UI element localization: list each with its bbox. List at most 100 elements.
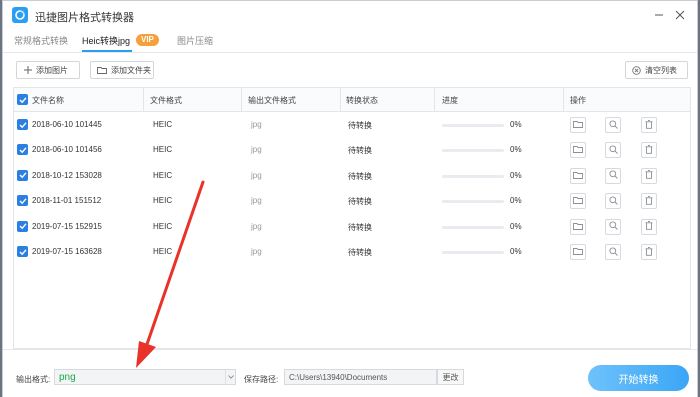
row-checkbox[interactable]: [17, 246, 28, 257]
delete-button[interactable]: [641, 218, 657, 235]
trash-icon: [645, 221, 653, 232]
preview-button[interactable]: [605, 167, 621, 184]
add-image-button[interactable]: 添加图片: [16, 61, 80, 79]
title-bar: 迅捷图片格式转换器: [3, 1, 697, 29]
select-all-checkbox[interactable]: [17, 94, 28, 105]
search-icon: [608, 246, 618, 258]
output-format: jpg: [251, 120, 262, 129]
plus-icon: [24, 66, 32, 74]
add-folder-button[interactable]: 添加文件夹: [90, 61, 154, 79]
trash-icon: [645, 246, 653, 258]
row-checkbox[interactable]: [17, 119, 28, 130]
progress-bar: [442, 225, 504, 229]
delete-button[interactable]: [641, 167, 657, 184]
column-divider: [563, 88, 564, 112]
clear-list-button[interactable]: 清空列表: [625, 61, 688, 79]
folder-icon: [573, 145, 583, 155]
active-tab-indicator: [82, 50, 132, 52]
folder-icon: [573, 196, 583, 206]
open-folder-button[interactable]: [570, 244, 586, 260]
row-checkbox[interactable]: [17, 220, 28, 232]
search-icon: [608, 170, 618, 181]
delete-button[interactable]: [641, 193, 657, 210]
folder-icon: [573, 120, 583, 130]
change-path-button[interactable]: 更改: [437, 369, 464, 385]
minimize-icon[interactable]: [651, 7, 667, 23]
preview-button[interactable]: [605, 142, 621, 159]
file-name: 2019-07-15 163628: [32, 247, 102, 256]
close-icon[interactable]: [672, 7, 688, 23]
file-name: 2018-06-10 101445: [32, 120, 102, 129]
convert-status: 待转换: [348, 222, 372, 232]
table-row: 2018-10-12 153028 HEIC jpg 待转换 0%: [14, 164, 690, 188]
open-folder-button[interactable]: [570, 117, 586, 133]
tab-regular-convert[interactable]: 常规格式转换: [14, 34, 68, 47]
progress-percent: 0%: [510, 247, 522, 256]
row-checkbox[interactable]: [17, 169, 28, 181]
file-format: HEIC: [153, 221, 173, 231]
trash-icon: [645, 195, 653, 207]
tab-image-compress[interactable]: 图片压缩: [177, 34, 213, 47]
progress-bar: [442, 124, 504, 127]
open-folder-button[interactable]: [570, 142, 586, 159]
app-window: 迅捷图片格式转换器 常规格式转换 Heic转换jpg VIP 图片压缩 添加图片…: [2, 0, 698, 397]
open-folder-button[interactable]: [570, 167, 586, 184]
file-table: 文件名称 文件格式 输出文件格式 转换状态 进度 操作 2018-06-10 1…: [13, 87, 691, 349]
row-checkbox[interactable]: [17, 195, 28, 207]
folder-icon: [573, 171, 583, 181]
progress-bar: [442, 174, 504, 178]
output-format: jpg: [251, 145, 262, 155]
clear-list-label: 清空列表: [645, 65, 677, 75]
column-divider: [143, 88, 144, 112]
convert-status: 待转换: [348, 121, 372, 130]
file-format: HEIC: [153, 170, 173, 180]
progress-percent: 0%: [510, 221, 522, 231]
folder-icon: [573, 222, 583, 232]
open-folder-button[interactable]: [570, 218, 586, 235]
preview-button[interactable]: [605, 244, 621, 260]
chevron-down-icon: [225, 370, 235, 384]
output-format-value: png: [59, 372, 76, 383]
header-output-format: 输出文件格式: [248, 96, 296, 105]
output-format-label: 输出格式:: [16, 375, 51, 384]
app-logo-icon: [12, 7, 28, 23]
search-icon: [608, 119, 618, 131]
window-title: 迅捷图片格式转换器: [35, 12, 134, 24]
folder-icon: [97, 66, 107, 74]
save-path-input[interactable]: C:\Users\13940\Documents: [284, 369, 437, 385]
search-icon: [608, 196, 618, 207]
start-convert-button[interactable]: 开始转换: [588, 365, 689, 391]
convert-status: 待转换: [348, 171, 372, 181]
trash-icon: [645, 144, 653, 156]
preview-button[interactable]: [605, 218, 621, 235]
progress-bar: [442, 251, 504, 254]
file-format: HEIC: [153, 120, 173, 129]
file-name: 2018-10-12 153028: [32, 170, 102, 180]
search-icon: [608, 145, 618, 156]
delete-button[interactable]: [641, 244, 657, 260]
preview-button[interactable]: [605, 193, 621, 210]
row-checkbox[interactable]: [17, 144, 28, 156]
progress-percent: 0%: [510, 196, 522, 206]
column-divider: [434, 88, 435, 112]
output-format: jpg: [251, 247, 262, 256]
delete-button[interactable]: [641, 117, 657, 133]
progress-percent: 0%: [510, 145, 522, 155]
save-path-label: 保存路径:: [244, 375, 279, 384]
preview-button[interactable]: [605, 117, 621, 133]
bottom-bar: 输出格式: png 保存路径: C:\Users\13940\Documents…: [3, 349, 697, 397]
open-folder-button[interactable]: [570, 193, 586, 210]
add-image-label: 添加图片: [36, 65, 68, 75]
convert-status: 待转换: [348, 146, 372, 156]
column-divider: [241, 88, 242, 112]
convert-status: 待转换: [348, 197, 372, 207]
convert-status: 待转换: [348, 248, 372, 257]
tab-heic-to-jpg[interactable]: Heic转换jpg: [82, 34, 130, 47]
file-name: 2018-06-10 101456: [32, 145, 102, 155]
progress-bar: [442, 200, 504, 204]
output-format-select[interactable]: png: [54, 369, 236, 385]
output-format: jpg: [251, 221, 262, 231]
search-icon: [608, 221, 618, 232]
progress-percent: 0%: [510, 170, 522, 180]
delete-button[interactable]: [641, 142, 657, 159]
